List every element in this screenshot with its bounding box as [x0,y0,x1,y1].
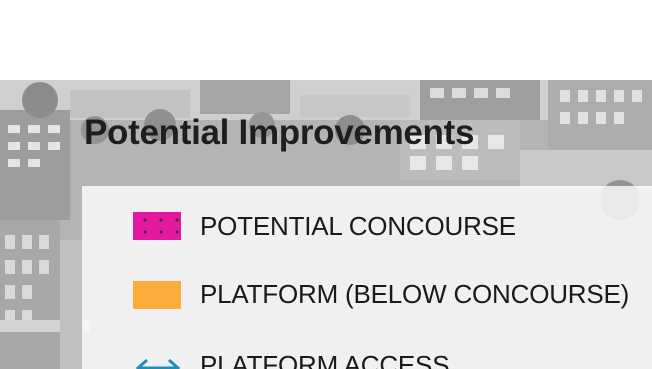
legend-label: PLATFORM (BELOW CONCOURSE) [200,279,630,309]
map-legend-page: Potential Improvements POTENTIAL CONCOUR… [0,0,652,369]
legend-label: PLATFORM ACCESS [200,350,450,369]
legend-item-platform-access: PLATFORM ACCESS [82,346,652,369]
orange-swatch-icon [133,281,181,309]
double-arrow-icon [135,358,181,369]
legend-item-platform: PLATFORM (BELOW CONCOURSE) [82,276,652,316]
map-title: Potential Improvements [84,113,475,152]
magenta-dotted-swatch-icon [133,212,181,240]
legend-label: POTENTIAL CONCOURSE [200,211,516,241]
legend-panel: POTENTIAL CONCOURSE PLATFORM (BELOW CONC… [82,186,652,369]
legend-item-potential-concourse: POTENTIAL CONCOURSE [82,208,652,248]
